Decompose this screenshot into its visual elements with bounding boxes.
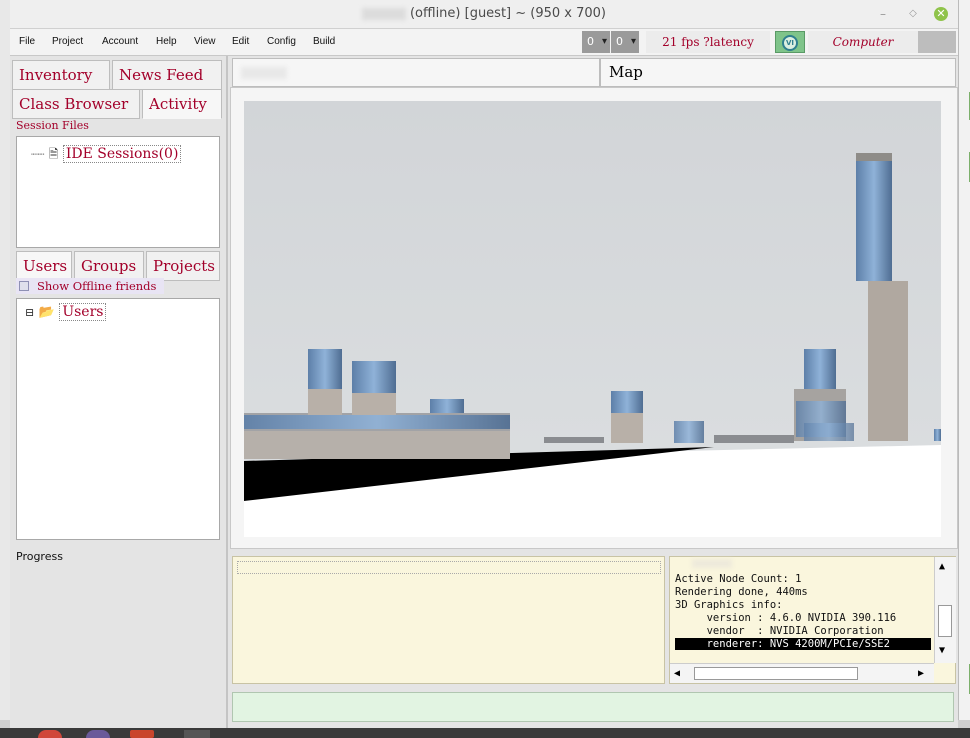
department-label: Computer Science <box>808 31 918 71</box>
tab-scene[interactable] <box>232 58 600 87</box>
desktop-left-edge <box>0 0 10 720</box>
window-title: (offline) [guest] ~ (950 x 700) <box>10 6 958 21</box>
counter-dropdown-1[interactable]: 0 <box>582 31 610 53</box>
menu-bar: File Project Account Help View Edit Conf… <box>10 29 958 71</box>
fps-indicator: 21 fps ?latency <box>646 31 770 53</box>
tab-projects[interactable]: Projects <box>146 251 220 281</box>
tree-item-users[interactable]: ⊟ 📂 Users <box>25 303 107 321</box>
scroll-left-arrow-icon[interactable]: ◀ <box>674 668 680 679</box>
redacted-app-name <box>361 7 406 20</box>
menu-view[interactable]: View <box>194 36 216 47</box>
minimize-button[interactable]: – <box>876 7 890 21</box>
tab-news-feed[interactable]: News Feed <box>112 60 222 90</box>
menu-edit[interactable]: Edit <box>232 36 249 47</box>
console-vertical-scrollbar[interactable]: ▲ ▼ <box>934 557 956 663</box>
users-label: Users <box>59 303 107 321</box>
redacted-console-header <box>692 559 732 568</box>
logo-icon: VI <box>782 35 798 51</box>
scroll-right-arrow-icon[interactable]: ▶ <box>918 668 924 679</box>
department-logo: VI <box>775 31 805 53</box>
progress-label: Progress <box>16 550 63 563</box>
menu-build[interactable]: Build <box>313 36 335 47</box>
scrollbar-thumb[interactable] <box>938 605 952 637</box>
tab-users[interactable]: Users <box>16 251 72 281</box>
desktop-right-edge <box>958 0 970 720</box>
session-files-tree: ┈┈ 🗎 IDE Sessions(0) <box>16 136 220 248</box>
maximize-button[interactable]: ◇ <box>906 7 920 21</box>
tab-map[interactable]: Map <box>600 58 956 87</box>
console-horizontal-scrollbar[interactable]: ◀ ▶ <box>670 663 934 683</box>
menu-project[interactable]: Project <box>52 36 83 47</box>
show-offline-label: Show Offline friends <box>37 279 157 293</box>
tab-groups[interactable]: Groups <box>74 251 144 281</box>
tab-inventory[interactable]: Inventory <box>12 60 110 90</box>
menu-file[interactable]: File <box>19 36 35 47</box>
window-title-text: (offline) [guest] ~ (950 x 700) <box>409 6 607 21</box>
left-panel: Inventory News Feed Class Browser Activi… <box>10 56 228 728</box>
tree-connector: ┈┈ <box>31 148 45 161</box>
city-scene <box>244 101 941 537</box>
app-icon[interactable] <box>130 730 154 738</box>
console-line: vendor : NVIDIA Corporation <box>675 625 884 637</box>
browser-icon[interactable] <box>38 730 62 738</box>
menu-spacer <box>918 31 956 53</box>
collapse-icon[interactable]: ⊟ <box>25 306 34 319</box>
console-line: Active Node Count: 1 <box>675 573 802 585</box>
scroll-up-arrow-icon[interactable]: ▲ <box>939 561 945 572</box>
document-icon: 🗎 <box>48 147 59 161</box>
checkbox-icon[interactable] <box>19 281 29 291</box>
menu-help[interactable]: Help <box>156 36 177 47</box>
taskbar <box>0 728 970 738</box>
title-bar[interactable]: (offline) [guest] ~ (950 x 700) – ◇ ✕ <box>10 0 958 29</box>
console-line: version : 4.6.0 NVIDIA 390.116 <box>675 612 897 624</box>
app-icon[interactable] <box>86 730 110 738</box>
menu-config[interactable]: Config <box>267 36 296 47</box>
tab-activity[interactable]: Activity <box>142 89 222 119</box>
system-console[interactable]: Active Node Count: 1 Rendering done, 440… <box>669 556 956 684</box>
counter-dropdown-2[interactable]: 0 <box>611 31 639 53</box>
command-input[interactable] <box>232 692 954 722</box>
chat-log-line <box>237 561 661 574</box>
users-tree: ⊟ 📂 Users <box>16 298 220 540</box>
scrollbar-thumb[interactable] <box>694 667 858 680</box>
tree-item-ide-sessions[interactable]: ┈┈ 🗎 IDE Sessions(0) <box>31 145 182 166</box>
console-line: Rendering done, 440ms <box>675 586 808 598</box>
folder-open-icon: 📂 <box>38 305 55 320</box>
menu-account[interactable]: Account <box>102 36 138 47</box>
active-window-icon[interactable] <box>184 730 210 738</box>
session-files-label: Session Files <box>16 119 89 132</box>
3d-viewport[interactable] <box>244 101 941 537</box>
tab-class-browser[interactable]: Class Browser <box>12 89 140 119</box>
console-line: 3D Graphics info: <box>675 599 783 611</box>
console-line-selected: renderer: NVS 4200M/PCIe/SSE2 <box>675 638 931 650</box>
redacted-tab-label <box>241 67 287 79</box>
close-button[interactable]: ✕ <box>934 7 948 21</box>
scroll-down-arrow-icon[interactable]: ▼ <box>939 645 945 656</box>
console-area: Active Node Count: 1 Rendering done, 440… <box>230 553 958 687</box>
show-offline-friends-toggle[interactable]: Show Offline friends <box>16 278 164 294</box>
ide-sessions-label: IDE Sessions(0) <box>62 145 182 163</box>
app-window: (offline) [guest] ~ (950 x 700) – ◇ ✕ Fi… <box>10 0 958 728</box>
chat-log[interactable] <box>232 556 665 684</box>
